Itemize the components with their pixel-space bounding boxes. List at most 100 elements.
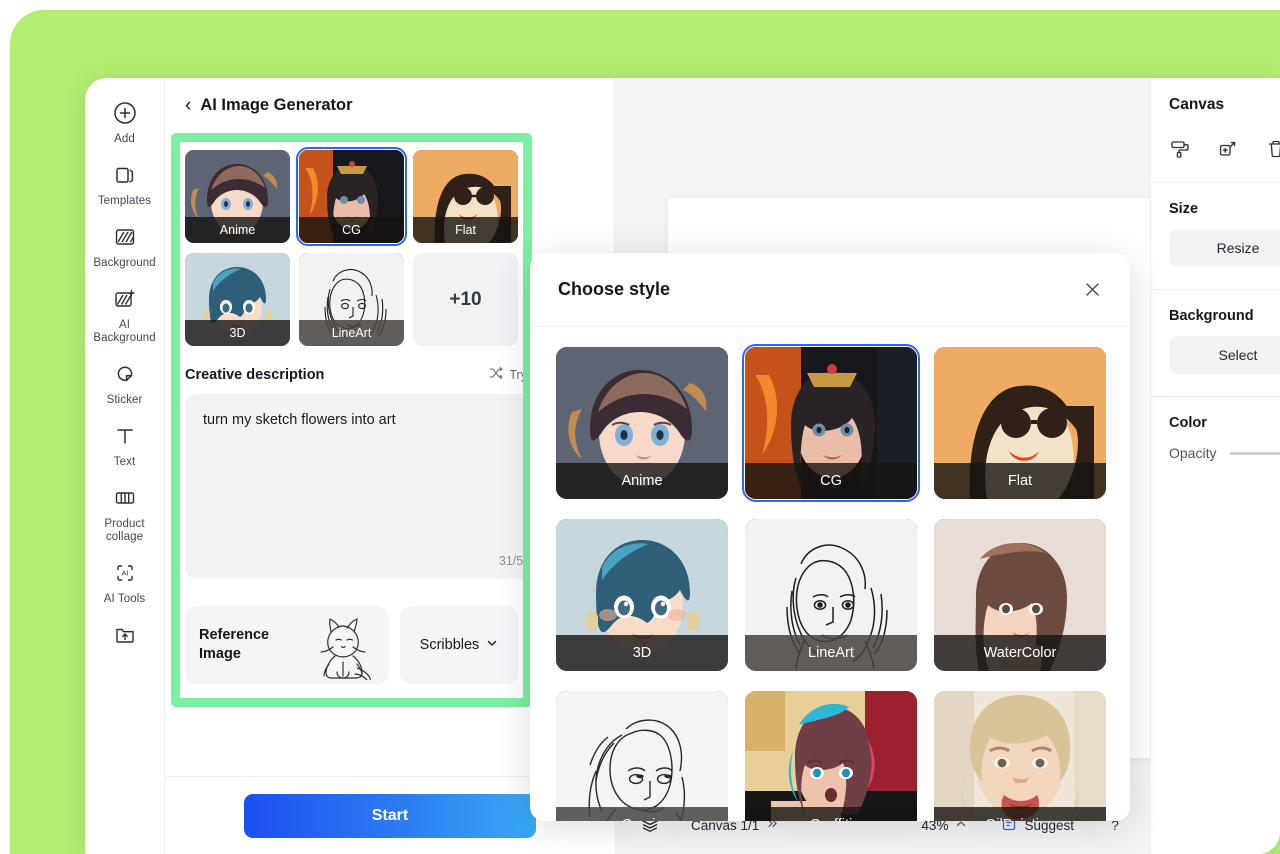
text-icon — [111, 422, 139, 450]
style-tile-label: LineArt — [745, 635, 917, 671]
style-tile-flat[interactable]: Flat — [413, 150, 518, 243]
style-tile-label: WaterColor — [934, 635, 1106, 671]
modal-style-tile-comic[interactable]: Comic — [556, 691, 728, 821]
modal-style-tile-3d[interactable]: 3D — [556, 519, 728, 671]
sidebar-item-templates[interactable]: Templates — [85, 152, 164, 214]
divider-2 — [1151, 289, 1280, 290]
sidebar-item-sticker[interactable]: Sticker — [85, 351, 164, 413]
sidebar-item-label: AI Background — [93, 319, 155, 345]
style-tile-label: CG — [745, 463, 917, 499]
sidebar-item-product-collage[interactable]: Product collage — [85, 475, 164, 550]
upload-folder-icon — [111, 621, 139, 649]
modal-style-tile-watercolor[interactable]: WaterColor — [934, 519, 1106, 671]
style-tile-label: 3D — [556, 635, 728, 671]
shuffle-icon — [489, 366, 504, 383]
oilpainting-thumbnail — [934, 691, 1106, 821]
sidebar-item-label: Sticker — [106, 394, 143, 406]
modal-title: Choose style — [558, 279, 671, 299]
chevron-left-icon[interactable]: ‹ — [185, 96, 191, 115]
left-tool-rail: Add Templates Background AI Background S… — [85, 78, 165, 854]
graffiti-thumbnail — [745, 691, 917, 821]
sidebar-item-label: Add — [114, 133, 135, 145]
style-tile-label: Graffiti — [745, 807, 917, 821]
sidebar-item-text[interactable]: Text — [85, 413, 164, 475]
modal-style-tile-lineart[interactable]: LineArt — [745, 519, 917, 671]
creative-description-value: turn my sketch flowers into art — [203, 412, 396, 428]
paint-roller-icon[interactable] — [1169, 138, 1191, 160]
label-line-1: AI — [118, 319, 131, 331]
style-tile-anime[interactable]: Anime — [185, 150, 290, 243]
style-tile-lineart[interactable]: LineArt — [299, 253, 404, 346]
style-tile-label: 3D — [185, 320, 290, 346]
start-button[interactable]: Start — [244, 793, 536, 838]
reference-image-card[interactable]: Reference Image — [185, 606, 389, 684]
svg-text:AI: AI — [121, 569, 128, 578]
background-select-button[interactable]: Select — [1169, 336, 1280, 374]
plus-circle-icon — [111, 99, 139, 127]
opacity-slider[interactable] — [1230, 451, 1280, 455]
background-label: Background — [1169, 308, 1254, 324]
label-line-1: Reference — [199, 627, 270, 643]
ai-background-icon — [111, 285, 139, 313]
sidebar-item-label: Background — [93, 257, 156, 269]
style-tile-label: Anime — [185, 217, 290, 243]
canvas-panel-title: Canvas — [1169, 96, 1225, 113]
color-label: Color — [1169, 415, 1207, 431]
background-icon — [111, 223, 139, 251]
screenshot-root: Add Templates Background AI Background S… — [0, 0, 1280, 854]
resize-button[interactable]: Resize — [1169, 229, 1280, 267]
style-tile-label: Anime — [556, 463, 728, 499]
scribbles-label: Scribbles — [419, 637, 480, 653]
sidebar-item-ai-tools[interactable]: AI AI Tools — [85, 550, 164, 612]
panel-header: ‹ AI Image Generator — [165, 78, 614, 132]
label-line-1: Product — [104, 518, 145, 530]
canvas-properties-panel: Canvas Size Resize Background Select Col… — [1150, 78, 1280, 854]
style-tile-cg[interactable]: CG — [296, 147, 407, 246]
label-line-2: collage — [105, 531, 144, 543]
creative-description-title: Creative description — [185, 366, 325, 383]
product-collage-icon — [111, 484, 139, 512]
cat-sketch-thumbnail — [307, 610, 379, 682]
sidebar-item-upload[interactable] — [85, 612, 164, 655]
close-icon[interactable] — [1083, 280, 1102, 299]
more-styles-tile[interactable]: +10 — [413, 253, 518, 346]
divider-3 — [1151, 396, 1280, 397]
reference-image-label: Reference Image — [199, 626, 291, 664]
delete-icon[interactable] — [1265, 138, 1280, 160]
modal-style-tile-oilpainting[interactable]: OilPainting — [934, 691, 1106, 821]
page-title: AI Image Generator — [200, 95, 353, 114]
sidebar-item-add[interactable]: Add — [85, 90, 164, 152]
ai-tools-icon: AI — [111, 559, 139, 587]
modal-style-grid: Anime CG Flat 3D LineArt WaterColor — [530, 327, 1130, 821]
divider-1 — [1151, 182, 1280, 183]
style-tile-label: Flat — [934, 463, 1106, 499]
sidebar-item-label: Templates — [97, 195, 152, 207]
sidebar-item-label: AI Tools — [103, 593, 146, 605]
modal-header: Choose style — [530, 253, 1130, 327]
duplicate-icon[interactable] — [1217, 138, 1239, 160]
modal-style-tile-graffiti[interactable]: Graffiti — [745, 691, 917, 821]
sidebar-item-label: Text — [113, 456, 136, 468]
sidebar-item-background[interactable]: Background — [85, 214, 164, 276]
opacity-label: Opacity — [1169, 445, 1217, 461]
modal-style-tile-flat[interactable]: Flat — [934, 347, 1106, 499]
sticker-icon — [111, 360, 139, 388]
choose-style-modal: Choose style Anime CG Flat 3D LineArt Wa… — [530, 253, 1130, 821]
style-tile-label: CG — [299, 217, 404, 243]
label-line-2: Image — [199, 646, 241, 662]
opacity-row: Opacity — [1169, 445, 1280, 461]
style-tile-label: OilPainting — [934, 807, 1106, 821]
templates-icon — [111, 161, 139, 189]
style-tile-label: Comic — [556, 807, 728, 821]
scribbles-dropdown[interactable]: Scribbles — [400, 606, 518, 684]
style-tile-3d[interactable]: 3D — [185, 253, 290, 346]
canvas-tool-row — [1169, 138, 1280, 160]
sidebar-item-label: Product collage — [104, 518, 144, 544]
comic-thumbnail — [556, 691, 728, 821]
style-tile-label: Flat — [413, 217, 518, 243]
sidebar-item-ai-background[interactable]: AI Background — [85, 276, 164, 351]
modal-style-tile-anime[interactable]: Anime — [556, 347, 728, 499]
label-line-2: Background — [93, 332, 156, 344]
modal-style-tile-cg[interactable]: CG — [742, 344, 920, 502]
chevron-down-icon — [486, 637, 498, 653]
